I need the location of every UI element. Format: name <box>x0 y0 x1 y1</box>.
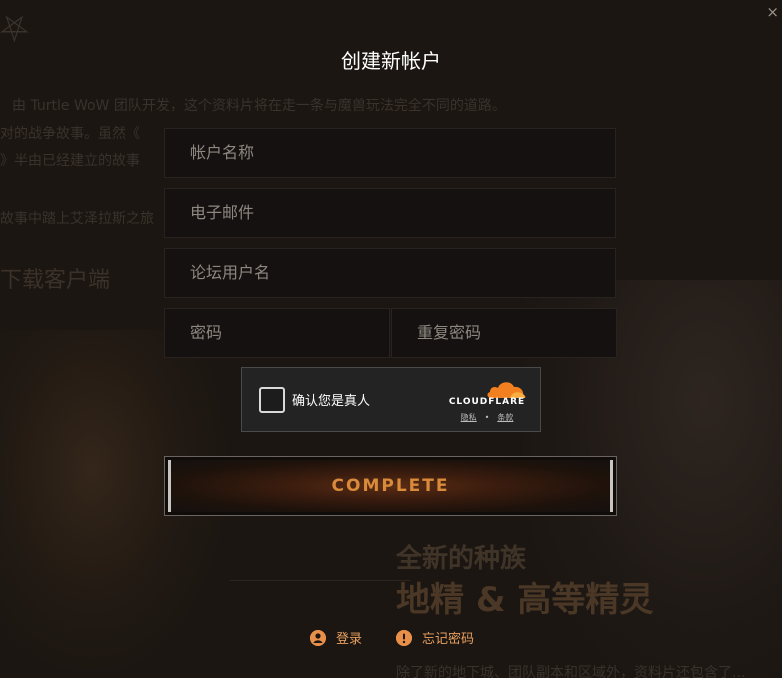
login-link[interactable]: 登录 <box>310 628 362 647</box>
background-heading: 全新的种族 <box>396 544 527 574</box>
forgot-password-label: 忘记密码 <box>422 632 475 647</box>
background-heading-highlight: 地精 & 高等精灵 <box>396 580 654 620</box>
background-text: 故事中踏上艾泽拉斯之旅 <box>0 211 154 227</box>
captcha-checkbox[interactable] <box>259 387 285 413</box>
link-separator: • <box>484 413 490 422</box>
background-divider <box>230 580 410 581</box>
user-icon <box>310 629 326 646</box>
terms-link[interactable]: 条款 <box>497 413 513 422</box>
background-text: 》半由已经建立的故事 <box>0 153 140 169</box>
background-text: 对的战争故事。虽然《 <box>0 126 140 142</box>
background-text: 由 Turtle WoW 团队开发，这个资料片将在走一条与魔兽玩法完全不同的道路… <box>12 98 506 114</box>
forum-username-field[interactable]: 论坛用户名 <box>164 248 616 298</box>
complete-button-label: COMPLETE <box>331 476 450 496</box>
captcha-widget: 确认您是真人 CLOUDFLARE 隐私 • 条款 <box>241 367 541 432</box>
forgot-password-link[interactable]: 忘记密码 <box>396 628 474 647</box>
captcha-links: 隐私 • 条款 <box>447 412 527 423</box>
cloudflare-wordmark: CLOUDFLARE <box>448 397 526 407</box>
alert-icon <box>396 629 412 646</box>
background-text: 除了新的地下城、团队副本和区域外，资料片还包含了... <box>396 665 746 678</box>
background-download-link: 下载客户端 <box>0 268 111 293</box>
close-icon[interactable]: × <box>766 5 779 20</box>
page-title: 创建新帐户 <box>341 49 441 73</box>
password-field[interactable]: 密码 <box>164 308 390 358</box>
repeat-password-field[interactable]: 重复密码 <box>391 308 617 358</box>
complete-button[interactable]: COMPLETE <box>164 456 617 516</box>
privacy-link[interactable]: 隐私 <box>461 413 477 422</box>
account-name-field[interactable]: 帐户名称 <box>164 128 616 178</box>
captcha-label: 确认您是真人 <box>292 394 371 409</box>
complete-button-face: COMPLETE <box>168 460 613 512</box>
login-link-label: 登录 <box>336 632 363 647</box>
email-field[interactable]: 电子邮件 <box>164 188 616 238</box>
